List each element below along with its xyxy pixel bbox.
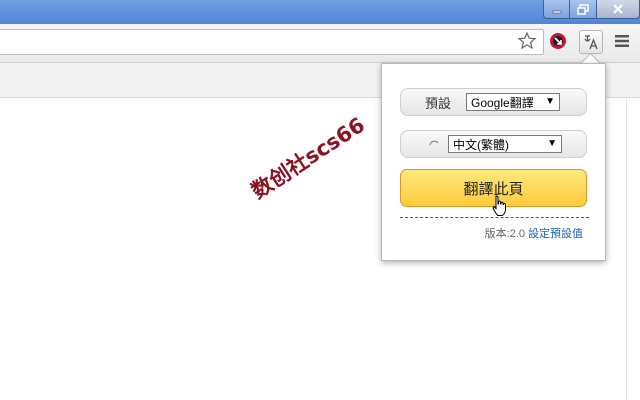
extension-red-icon[interactable] [549,32,567,50]
settings-link[interactable]: 設定預設值 [528,228,583,240]
refresh-icon[interactable] [427,136,441,150]
dropdown-arrow-icon: ▼ [545,96,555,107]
engine-select[interactable]: Google翻譯 ▼ [466,93,560,111]
address-bar[interactable] [0,29,544,55]
hand-cursor-icon [492,195,506,216]
default-engine-row: 預設 Google翻譯 ▼ [400,88,587,116]
browser-toolbar [0,24,640,63]
popup-footer: 版本:2.0 設定預設值 [485,225,583,241]
default-label: 預設 [425,95,452,111]
language-select[interactable]: 中文(繁體) ▼ [448,135,562,153]
watermark-text: 数创社scs66 [247,112,370,204]
engine-select-value: Google翻譯 [471,95,534,110]
translate-extension-button[interactable] [579,30,603,54]
divider [400,217,589,218]
dropdown-arrow-icon: ▼ [547,138,557,149]
language-row: 中文(繁體) ▼ [400,130,587,158]
version-text: 版本:2.0 [484,228,525,240]
window-controls [543,0,640,19]
translate-popup: 預設 Google翻譯 ▼ 中文(繁體) ▼ 翻譯此頁 版本:2.0 設定預設值 [381,63,606,261]
title-bar [0,0,640,24]
close-icon [613,4,623,14]
menu-icon[interactable] [614,34,630,48]
minimize-button[interactable] [543,0,570,19]
close-button[interactable] [597,0,640,19]
page-scrollbar[interactable] [626,98,640,400]
bookmark-star-icon[interactable] [517,31,537,51]
restore-icon [577,3,589,15]
translate-icon [584,35,598,50]
minimize-icon [552,10,561,14]
language-select-value: 中文(繁體) [453,137,509,152]
restore-button[interactable] [570,0,597,19]
